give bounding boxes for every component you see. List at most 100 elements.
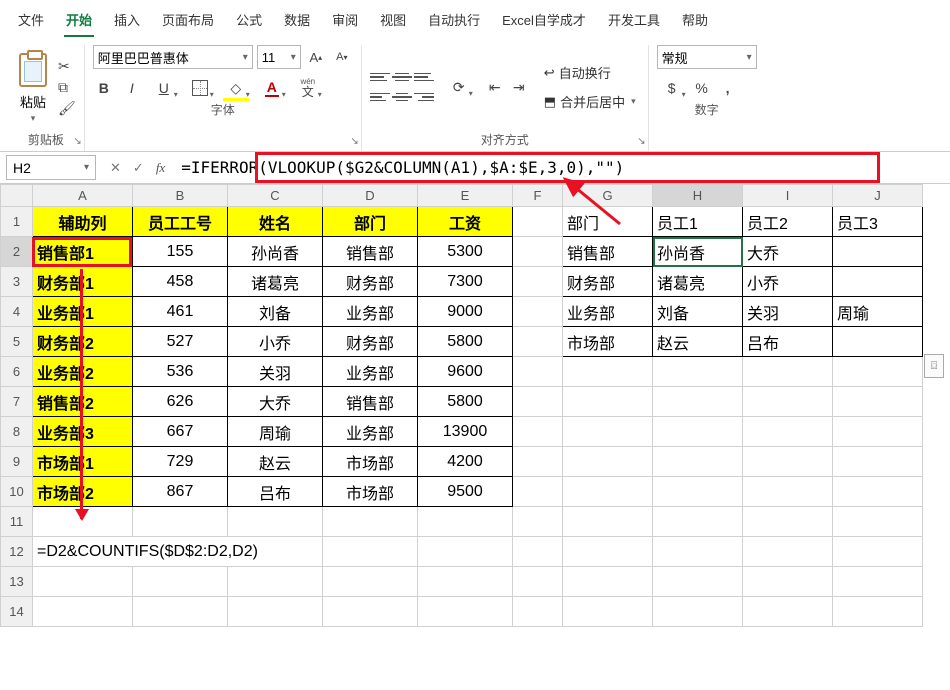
percent-format-button[interactable]: % [691,77,713,99]
enter-formula-icon[interactable]: ✓ [129,160,148,176]
cell-E4[interactable]: 9000 [418,297,513,327]
cell-I11[interactable] [743,507,833,537]
cell-B3[interactable]: 458 [133,267,228,297]
copy-icon[interactable]: ⧉ [58,79,76,96]
decrease-font-icon[interactable]: A▾ [331,46,353,68]
cell-H2[interactable]: 孙尚香 [653,237,743,267]
cell-G13[interactable] [563,567,653,597]
cell-G6[interactable] [563,357,653,387]
cell-E1[interactable]: 工资 [418,207,513,237]
cell-C5[interactable]: 小乔 [228,327,323,357]
col-header-J[interactable]: J [833,185,923,207]
cell-I3[interactable]: 小乔 [743,267,833,297]
cell-E2[interactable]: 5300 [418,237,513,267]
cell-F3[interactable] [513,267,563,297]
cell-A14[interactable] [33,597,133,627]
cell-I4[interactable]: 关羽 [743,297,833,327]
cell-C7[interactable]: 大乔 [228,387,323,417]
cell-E3[interactable]: 7300 [418,267,513,297]
cell-C4[interactable]: 刘备 [228,297,323,327]
row-header-11[interactable]: 11 [1,507,33,537]
cell-A13[interactable] [33,567,133,597]
col-header-F[interactable]: F [513,185,563,207]
bold-button[interactable]: B [93,77,115,99]
cell-H4[interactable]: 刘备 [653,297,743,327]
cell-I5[interactable]: 吕布 [743,327,833,357]
cell-F5[interactable] [513,327,563,357]
cell-D7[interactable]: 销售部 [323,387,418,417]
cell-I10[interactable] [743,477,833,507]
cancel-formula-icon[interactable]: ✕ [106,160,125,176]
cell-J7[interactable] [833,387,923,417]
cell-F9[interactable] [513,447,563,477]
formula-bar-input[interactable]: =IFERROR(VLOOKUP($G2&COLUMN(A1),$A:$E,3,… [173,155,944,180]
cell-I1[interactable]: 员工2 [743,207,833,237]
cell-D12[interactable] [323,537,418,567]
cell-E8[interactable]: 13900 [418,417,513,447]
row-header-4[interactable]: 4 [1,297,33,327]
cell-G12[interactable] [563,537,653,567]
cell-B6[interactable]: 536 [133,357,228,387]
cell-J14[interactable] [833,597,923,627]
cell-F6[interactable] [513,357,563,387]
cell-C13[interactable] [228,567,323,597]
comma-format-button[interactable]: , [717,77,739,99]
cell-I6[interactable] [743,357,833,387]
cell-H7[interactable] [653,387,743,417]
fx-icon[interactable]: fx [152,160,169,176]
tab-developer[interactable]: 开发工具 [606,8,662,37]
align-left-button[interactable] [370,88,390,106]
row-header-3[interactable]: 3 [1,267,33,297]
cell-B13[interactable] [133,567,228,597]
cell-F2[interactable] [513,237,563,267]
merge-center-button[interactable]: ⬒合并后居中▾ [540,90,640,113]
cell-H1[interactable]: 员工1 [653,207,743,237]
fill-color-button[interactable]: ◇ [221,77,251,99]
cell-H12[interactable] [653,537,743,567]
tab-review[interactable]: 审阅 [330,8,360,37]
row-header-2[interactable]: 2 [1,237,33,267]
cell-B9[interactable]: 729 [133,447,228,477]
cell-E12[interactable] [418,537,513,567]
cell-E9[interactable]: 4200 [418,447,513,477]
decrease-indent-button[interactable]: ⇤ [484,76,506,98]
cell-B1[interactable]: 员工工号 [133,207,228,237]
cell-F14[interactable] [513,597,563,627]
cell-F12[interactable] [513,537,563,567]
select-all-corner[interactable] [1,185,33,207]
col-header-I[interactable]: I [743,185,833,207]
cell-E13[interactable] [418,567,513,597]
cell-G2[interactable]: 销售部 [563,237,653,267]
cell-G5[interactable]: 市场部 [563,327,653,357]
name-box[interactable]: H2 ▾ [6,155,96,180]
cell-D13[interactable] [323,567,418,597]
cell-C2[interactable]: 孙尚香 [228,237,323,267]
cell-B8[interactable]: 667 [133,417,228,447]
col-header-C[interactable]: C [228,185,323,207]
cell-F7[interactable] [513,387,563,417]
tab-automate[interactable]: 自动执行 [426,8,482,37]
cell-J4[interactable]: 周瑜 [833,297,923,327]
tab-help[interactable]: 帮助 [680,8,710,37]
cell-C1[interactable]: 姓名 [228,207,323,237]
tab-insert[interactable]: 插入 [112,8,142,37]
cell-A3[interactable]: 财务部1 [33,267,133,297]
row-header-14[interactable]: 14 [1,597,33,627]
cell-C14[interactable] [228,597,323,627]
col-header-D[interactable]: D [323,185,418,207]
col-header-G[interactable]: G [563,185,653,207]
cell-A5[interactable]: 财务部2 [33,327,133,357]
cell-H14[interactable] [653,597,743,627]
cell-J5[interactable] [833,327,923,357]
cell-E6[interactable]: 9600 [418,357,513,387]
cell-G11[interactable] [563,507,653,537]
cell-A12[interactable]: =D2&COUNTIFS($D$2:D2,D2) [33,537,323,567]
cell-D4[interactable]: 业务部 [323,297,418,327]
tab-home[interactable]: 开始 [64,8,94,37]
clipboard-launcher-icon[interactable]: ↘ [73,136,81,147]
cell-J11[interactable] [833,507,923,537]
cell-I14[interactable] [743,597,833,627]
cell-G7[interactable] [563,387,653,417]
cell-F4[interactable] [513,297,563,327]
cell-E10[interactable]: 9500 [418,477,513,507]
